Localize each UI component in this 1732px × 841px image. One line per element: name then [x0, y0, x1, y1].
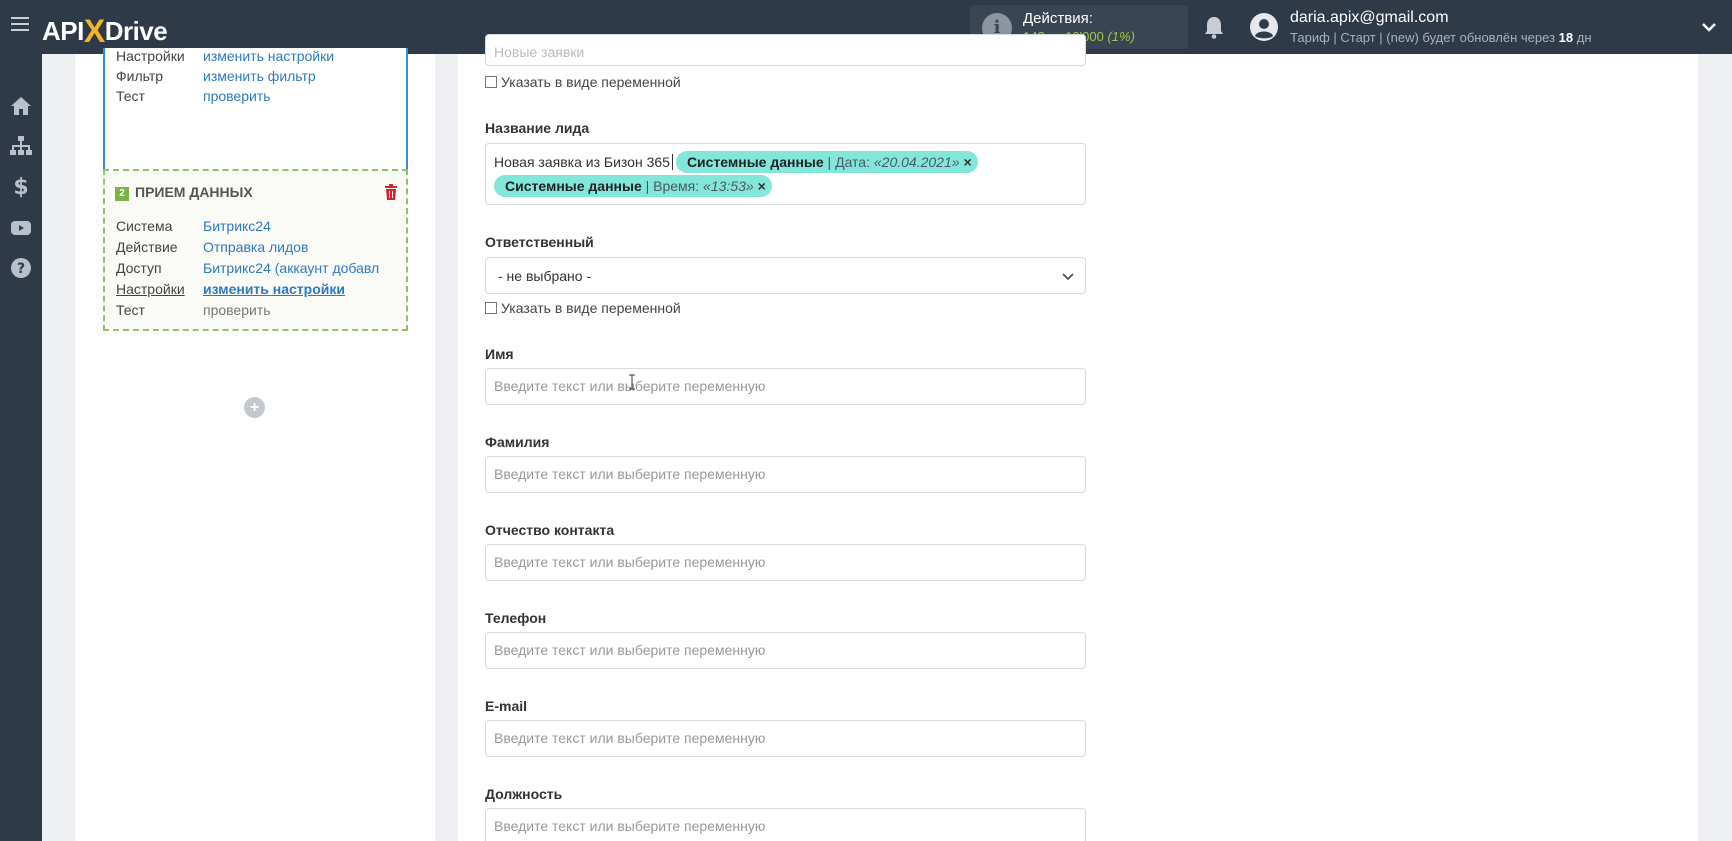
last-name-input[interactable]: Введите текст или выберите переменную	[485, 456, 1086, 493]
plan-info: Тариф | Старт | (new) будет обновлён чер…	[1290, 30, 1592, 45]
responsible-label: Ответственный	[485, 234, 594, 250]
step-card-source: Настройки изменить настройки Фильтр измени…	[103, 48, 408, 175]
remove-tag-icon[interactable]: ×	[758, 178, 766, 194]
settings-link-active[interactable]: изменить настройки	[203, 281, 345, 297]
menu-icon[interactable]	[11, 17, 29, 33]
chevron-down-icon	[1062, 273, 1074, 281]
test-link[interactable]: проверить	[203, 88, 271, 104]
bell-icon[interactable]	[1203, 15, 1225, 39]
card-row: Система Битрикс24	[116, 218, 271, 234]
action-link[interactable]: Отправка лидов	[203, 239, 308, 255]
remove-tag-icon[interactable]: ×	[964, 154, 972, 170]
variable-tag[interactable]: Системные данные | Дата: «20.04.2021» ×	[675, 151, 978, 173]
sidebar: $ ?	[0, 54, 42, 841]
lead-name-input[interactable]: Новая заявка из Бизон 365 Системные данны…	[485, 143, 1086, 205]
svg-text:?: ?	[17, 261, 25, 277]
variable-checkbox[interactable]: Указать в виде переменной	[485, 74, 681, 90]
first-name-input[interactable]: Введите текст или выберите переменную	[485, 368, 1086, 405]
step-title: 2 ПРИЕМ ДАННЫХ	[115, 184, 253, 201]
steps-panel: Настройки изменить настройки Фильтр измени…	[75, 48, 435, 841]
card-row: Действие Отправка лидов	[116, 239, 309, 255]
help-icon[interactable]: ?	[9, 256, 33, 280]
field-label: Телефон	[485, 610, 547, 626]
card-row: Доступ Битрикс24 (аккаунт добавл	[116, 260, 380, 276]
access-link[interactable]: Битрикс24 (аккаунт добавл	[203, 260, 379, 276]
lead-name-label: Название лида	[485, 120, 590, 136]
checkbox[interactable]	[485, 76, 497, 88]
responsible-select[interactable]: - не выбрано -	[485, 257, 1086, 294]
field-label: Отчество контакта	[485, 522, 615, 538]
position-input[interactable]: Введите текст или выберите переменную	[485, 808, 1086, 841]
card-row: Тест проверить	[116, 88, 271, 104]
step-card-destination: 2 ПРИЕМ ДАННЫХ Система Битрикс24 Действие О…	[103, 169, 408, 331]
checkbox[interactable]	[485, 302, 497, 314]
logo[interactable]: APIXDrive	[42, 11, 168, 49]
variable-checkbox[interactable]: Указать в виде переменной	[485, 300, 681, 316]
test-link[interactable]: проверить	[203, 302, 271, 318]
variable-tag[interactable]: Системные данные | Время: «13:53» ×	[494, 175, 772, 197]
filter-link[interactable]: изменить фильтр	[203, 68, 316, 84]
settings-link[interactable]: изменить настройки	[203, 48, 334, 64]
sitemap-icon[interactable]	[9, 134, 33, 158]
phone-input[interactable]: Введите текст или выберите переменную	[485, 632, 1086, 669]
card-row: Фильтр изменить фильтр	[116, 68, 316, 84]
text-input[interactable]: Новые заявки	[485, 34, 1086, 66]
youtube-icon[interactable]	[9, 216, 33, 240]
user-avatar-icon[interactable]	[1249, 12, 1279, 42]
add-step-button[interactable]: +	[244, 397, 265, 418]
field-label: Фамилия	[485, 434, 550, 450]
actions-title: Действия:	[1023, 10, 1093, 27]
user-email[interactable]: daria.apix@gmail.com	[1290, 9, 1449, 27]
field-label: E-mail	[485, 698, 528, 714]
card-row: Тест проверить	[116, 302, 271, 318]
trash-icon[interactable]	[384, 184, 398, 200]
settings-form: Новые заявки Указать в виде переменной Н…	[458, 34, 1698, 841]
card-row: Настройки изменить настройки	[116, 48, 335, 64]
dollar-icon[interactable]: $	[9, 174, 33, 198]
system-link[interactable]: Битрикс24	[203, 218, 271, 234]
text-cursor-icon	[629, 374, 635, 390]
field-label: Должность	[485, 786, 563, 802]
home-icon[interactable]	[9, 94, 33, 118]
card-row: Настройки изменить настройки	[116, 281, 345, 297]
field-label: Имя	[485, 346, 514, 362]
middle-name-input[interactable]: Введите текст или выберите переменную	[485, 544, 1086, 581]
svg-text:$: $	[13, 175, 28, 198]
email-input[interactable]: Введите текст или выберите переменную	[485, 720, 1086, 757]
chevron-down-icon[interactable]	[1700, 18, 1718, 36]
